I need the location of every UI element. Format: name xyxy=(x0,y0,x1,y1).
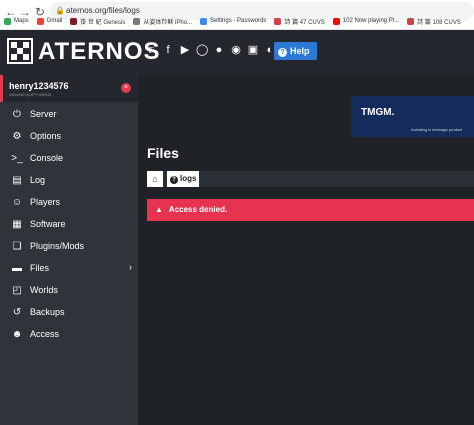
cube-icon: ▦ xyxy=(12,218,22,230)
facebook-icon[interactable]: f xyxy=(162,44,174,56)
question-icon: ? xyxy=(170,176,178,184)
youtube-icon[interactable]: ▶ xyxy=(179,44,191,56)
user-panel: henry1234576 #5bmNEVyUP7Y8IRk5I × xyxy=(0,75,138,102)
bookmark-psalm-47[interactable]: 詩 篇 47 CUVS xyxy=(274,17,325,26)
logo-cell xyxy=(23,42,29,48)
user-lock-icon: ☻ xyxy=(11,328,23,340)
gear-icon: ⚙ xyxy=(12,130,22,142)
folder-icon: ▬ xyxy=(12,262,22,274)
instagram-icon[interactable]: ◯ xyxy=(196,44,208,56)
users-icon: ☺ xyxy=(11,196,23,208)
bible-icon xyxy=(274,17,282,25)
chevron-right-icon: › xyxy=(129,262,132,272)
logout-icon[interactable]: × xyxy=(121,83,131,93)
backup-icon: ↺ xyxy=(12,306,22,318)
breadcrumb: ⌂ ? logs xyxy=(147,171,474,187)
question-icon: ? xyxy=(278,48,287,57)
globe-icon: ◰ xyxy=(12,284,22,296)
bible-icon xyxy=(407,17,415,25)
discord-icon[interactable]: ◉ xyxy=(230,44,242,56)
warning-icon: ▲ xyxy=(155,205,163,214)
twitter-icon[interactable]: 𝕣 xyxy=(145,44,157,56)
sidebar-item-software[interactable]: ▦ Software xyxy=(0,213,138,235)
bookmark-now-playing[interactable]: 102 Now playing Pl... xyxy=(332,17,399,25)
sidebar-item-files[interactable]: ▬ Files › xyxy=(0,257,138,279)
bookmark-maps[interactable]: Maps xyxy=(4,17,29,25)
apple-icon xyxy=(133,17,141,25)
sidebar-item-log[interactable]: ▤ Log xyxy=(0,169,138,191)
sidebar-item-console[interactable]: >_ Console xyxy=(0,147,138,169)
ad-banner[interactable]: TMGM. Investing in leverage product xyxy=(351,96,474,137)
sidebar-menu: ⏻ Server ⚙ Options >_ Console ▤ Log ☺ Players… xyxy=(0,103,138,345)
bookmark-genesis[interactable]: 掛 世 紀 Genesis xyxy=(70,17,125,26)
ad-brand: TMGM. xyxy=(361,107,395,118)
youtube-icon xyxy=(332,17,340,25)
sidebar-item-backups[interactable]: ↺ Backups xyxy=(0,301,138,323)
main-content: TMGM. Investing in leverage product File… xyxy=(138,75,474,425)
breadcrumb-logs[interactable]: ? logs xyxy=(167,171,199,187)
error-alert: ▲ Access denied. xyxy=(147,199,474,221)
puzzle-icon: ❏ xyxy=(12,240,22,252)
logo-cell xyxy=(23,54,29,60)
social-links: 𝕣 f ▶ ◯ ● ◉ ▣ ◐ xyxy=(145,44,281,56)
user-id: #5bmNEVyUP7Y8IRk5I xyxy=(9,92,52,97)
sidebar: henry1234576 #5bmNEVyUP7Y8IRk5I × ⏻ Serve… xyxy=(0,75,138,425)
bookmark-passwords[interactable]: Settings - Passwords xyxy=(200,17,266,25)
sidebar-item-plugins-mods[interactable]: ❏ Plugins/Mods xyxy=(0,235,138,257)
bible-icon xyxy=(70,17,78,25)
bookmark-iphone[interactable]: 从姿体羚稣 iPho... xyxy=(133,17,192,26)
log-icon: ▤ xyxy=(12,174,22,186)
sidebar-item-players[interactable]: ☺ Players xyxy=(0,191,138,213)
sidebar-item-worlds[interactable]: ◰ Worlds xyxy=(0,279,138,301)
terminal-icon: >_ xyxy=(11,152,23,164)
alert-text: Access denied. xyxy=(168,205,228,214)
chat-icon[interactable]: ▣ xyxy=(247,44,259,56)
bookmark-psalm-108[interactable]: 詩 篇 108 CUVS xyxy=(407,17,461,26)
gmail-icon xyxy=(36,17,44,25)
maps-icon xyxy=(4,17,11,25)
sidebar-item-options[interactable]: ⚙ Options xyxy=(0,125,138,147)
logo-cell xyxy=(11,54,17,60)
sidebar-item-access[interactable]: ☻ Access xyxy=(0,323,138,345)
settings-icon xyxy=(200,17,208,25)
username: henry1234576 xyxy=(9,81,69,91)
bookmarks-bar: Maps Gmail 掛 世 紀 Genesis 从姿体羚稣 iPho... S… xyxy=(0,14,474,28)
home-icon[interactable]: ⌂ xyxy=(147,171,163,187)
brand-name[interactable]: ATERNOS xyxy=(38,38,161,66)
help-button[interactable]: ? Help xyxy=(274,42,317,60)
site-header: ATERNOS 𝕣 f ▶ ◯ ● ◉ ▣ ◐ ? Help xyxy=(0,30,474,75)
ad-tagline: Investing in leverage product xyxy=(411,127,463,132)
page-title: Files xyxy=(147,145,179,161)
aternos-logo-icon[interactable] xyxy=(7,38,33,64)
bookmark-gmail[interactable]: Gmail xyxy=(36,17,62,25)
reddit-icon[interactable]: ● xyxy=(213,44,225,56)
browser-toolbar: ← → ↻ 🔒 aternos.org/files/logs Maps Gmai… xyxy=(0,0,474,30)
power-icon: ⏻ xyxy=(13,108,21,120)
sidebar-item-server[interactable]: ⏻ Server xyxy=(0,103,138,125)
